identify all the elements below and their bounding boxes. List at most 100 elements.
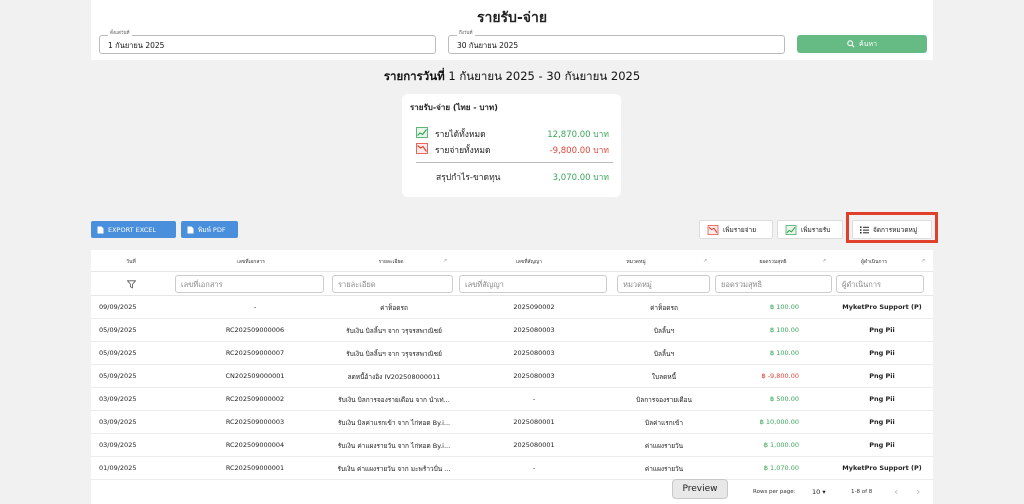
cell-document: RC202509000003 bbox=[225, 418, 285, 426]
filter-category-input[interactable]: หมวดหมู่ bbox=[617, 275, 710, 293]
chevron-left-icon[interactable]: ‹ bbox=[894, 485, 898, 498]
cell-operator: MyketPro Support (P) bbox=[842, 464, 922, 472]
table-row[interactable]: 05/09/2025 CN202509000001 ลดหนี้อ้างอิง IV… bbox=[91, 365, 933, 388]
end-date-value: 30 กันยายน 2025 bbox=[457, 41, 519, 50]
profit-row: สรุปกำไร-ขาดทุน 3,070.00 บาท bbox=[416, 170, 609, 183]
start-date-field[interactable]: ตั้งแต่วันที่ 1 กันยายน 2025 bbox=[99, 30, 436, 54]
cell-operator: Png Pii bbox=[869, 326, 895, 334]
cell-amount: ฿ 100.00 bbox=[770, 303, 799, 311]
cell-amount: ฿ 100.00 bbox=[770, 349, 799, 357]
income-row: รายได้ทั้งหมด 12,870.00 บาท bbox=[416, 127, 609, 140]
export-excel-button[interactable]: EXPORT EXCEL bbox=[91, 221, 176, 238]
cell-category: ค่าแผงรายวัน bbox=[644, 442, 684, 450]
table-row[interactable]: 01/09/2025 RC202509000001 รับเงิน ค่าแผงรา… bbox=[91, 457, 933, 480]
start-date-label: ตั้งแต่วันที่ bbox=[108, 30, 132, 37]
cell-date: 05/09/2025 bbox=[99, 372, 137, 380]
search-button-label: ค้นหา bbox=[858, 39, 877, 48]
cell-date: 03/09/2025 bbox=[99, 395, 137, 403]
cell-date: 09/09/2025 bbox=[99, 303, 137, 311]
cell-category: ค่าแผงรายวัน bbox=[644, 465, 684, 473]
column-header-document[interactable]: เลขที่เอกสาร bbox=[191, 258, 311, 266]
column-header-detail[interactable]: รายละเอียด bbox=[331, 258, 451, 266]
add-expense-button[interactable]: เพิ่มรายจ่าย bbox=[699, 220, 773, 239]
table-row[interactable]: 09/09/2025 - ค่าท็อดรถ 2025090002 ค่าท็อดรถ ฿… bbox=[91, 296, 933, 319]
start-date-value: 1 กันยายน 2025 bbox=[108, 41, 165, 50]
filter-icon[interactable] bbox=[127, 280, 136, 289]
cell-operator: Png Pii bbox=[869, 349, 895, 357]
column-header-amount[interactable]: ยอดรวมสุทธิ bbox=[713, 258, 833, 266]
cell-detail: ลดหนี้อ้างอิง IV202508000011 bbox=[347, 373, 441, 381]
page-range-label: 1-8 of 8 bbox=[851, 489, 873, 495]
cell-contract: 2025080001 bbox=[513, 418, 555, 426]
column-header-contract[interactable]: เลขที่สัญญา bbox=[469, 258, 589, 266]
table-row[interactable]: 03/09/2025 RC202509000004 รับเงิน ค่าแผงรา… bbox=[91, 434, 933, 457]
end-date-field[interactable]: ถึงวันที่ 30 กันยายน 2025 bbox=[448, 30, 785, 54]
income-label: รายได้ทั้งหมด bbox=[435, 130, 486, 140]
sort-icon[interactable]: ↗ bbox=[703, 258, 707, 264]
add-income-button[interactable]: เพิ่มรายรับ bbox=[777, 220, 843, 239]
pagination: Rows per page: 10 ▾ 1-8 of 8 ‹ › bbox=[91, 478, 933, 504]
column-header-date[interactable]: วันที่ bbox=[111, 258, 151, 266]
preview-tag[interactable]: Preview bbox=[672, 479, 728, 499]
filter-contract-input[interactable]: เลขที่สัญญา bbox=[459, 275, 607, 293]
rows-per-page-select[interactable]: 10 ▾ bbox=[812, 488, 826, 496]
filter-amount-input[interactable]: ยอดรวมสุทธิ bbox=[715, 275, 832, 293]
cell-operator: Png Pii bbox=[869, 395, 895, 403]
cell-document: RC202509000002 bbox=[225, 395, 285, 403]
add-income-label: เพิ่มรายรับ bbox=[801, 225, 831, 234]
expense-row: รายจ่ายทั้งหมด -9,800.00 บาท bbox=[416, 143, 609, 156]
cell-detail: รับเงิน ค่าแผงรายวัน จาก มะพร้าวปั่น ... bbox=[337, 465, 451, 473]
profit-value: 3,070.00 บาท bbox=[552, 173, 609, 183]
filter-card: รายรับ-จ่าย ตั้งแต่วันที่ 1 กันยายน 2025… bbox=[91, 0, 933, 60]
cell-amount: ฿ -9,800.00 bbox=[761, 372, 800, 380]
cell-category: บิลค่าแรกเข้า bbox=[644, 419, 684, 427]
cell-category: บิลการจองรายเดือน bbox=[636, 396, 692, 404]
column-header-operator[interactable]: ผู้ดำเนินการ bbox=[824, 258, 924, 266]
file-icon bbox=[187, 226, 194, 233]
cell-category: ค่าท็อดรถ bbox=[650, 304, 678, 312]
cell-category: บิลลิ้นฯ bbox=[653, 327, 675, 335]
income-chart-icon bbox=[416, 127, 428, 138]
cell-document: RC202509000007 bbox=[225, 349, 285, 357]
cell-detail: รับเงิน ค่าแผงรายวัน จาก ไก่ทอด By.i... bbox=[337, 442, 451, 450]
cell-document: - bbox=[253, 303, 257, 311]
sort-icon[interactable]: ↗ bbox=[921, 258, 925, 264]
cell-date: 05/09/2025 bbox=[99, 349, 137, 357]
sort-icon[interactable]: ↗ bbox=[443, 258, 447, 264]
cell-contract: 2025080003 bbox=[513, 372, 555, 380]
chevron-right-icon[interactable]: › bbox=[916, 485, 920, 498]
filter-detail-input[interactable]: รายละเอียด bbox=[332, 275, 453, 293]
income-value: 12,870.00 บาท bbox=[547, 130, 609, 140]
transactions-table: วันที่ เลขที่เอกสาร รายละเอียด ↗ เลขที่ส… bbox=[91, 250, 933, 504]
expense-value: -9,800.00 บาท bbox=[549, 146, 609, 156]
cell-date: 03/09/2025 bbox=[99, 418, 137, 426]
file-icon bbox=[97, 226, 104, 233]
expense-chart-icon bbox=[416, 143, 428, 154]
cell-document: CN202509000001 bbox=[225, 372, 285, 380]
rows-per-page-value: 10 bbox=[812, 488, 821, 496]
end-date-label: ถึงวันที่ bbox=[457, 30, 475, 37]
date-range-prefix: รายการวันที่ bbox=[383, 69, 445, 83]
cell-amount: ฿ 1,000.00 bbox=[763, 441, 799, 449]
table-row[interactable]: 05/09/2025 RC202509000006 รับเงิน บิลลิ้นฯ… bbox=[91, 319, 933, 342]
cell-detail: รับเงิน บิลลิ้นฯ จาก วรุจรสพาณิชย์ bbox=[346, 350, 442, 358]
column-header-category[interactable]: หมวดหมู่ bbox=[576, 258, 696, 266]
expense-chart-icon bbox=[707, 224, 719, 235]
table-row[interactable]: 03/09/2025 RC202509000002 รับเงิน บิลการจอ… bbox=[91, 388, 933, 411]
table-row[interactable]: 03/09/2025 RC202509000003 รับเงิน บิลค่าแร… bbox=[91, 411, 933, 434]
filter-row: เลขที่เอกสาร รายละเอียด เลขที่สัญญา หมวด… bbox=[91, 272, 933, 296]
table-row[interactable]: 05/09/2025 RC202509000007 รับเงิน บิลลิ้นฯ… bbox=[91, 342, 933, 365]
cell-date: 01/09/2025 bbox=[99, 464, 137, 472]
search-button[interactable]: ค้นหา bbox=[797, 35, 927, 53]
cell-detail: รับเงิน บิลการจองรายเดือน จาก นำเท่... bbox=[338, 396, 450, 404]
highlight-box bbox=[846, 212, 938, 243]
print-pdf-button[interactable]: พิมพ์ PDF bbox=[181, 221, 238, 238]
cell-detail: รับเงิน บิลลิ้นฯ จาก วรุจรสพาณิชย์ bbox=[346, 327, 442, 335]
cell-amount: ฿ 500.00 bbox=[770, 395, 799, 403]
add-expense-label: เพิ่มรายจ่าย bbox=[723, 225, 757, 234]
cell-document: RC202509000004 bbox=[225, 441, 285, 449]
filter-operator-input[interactable]: ผู้ดำเนินการ bbox=[836, 275, 924, 293]
cell-amount: ฿ 1,070.00 bbox=[763, 464, 799, 472]
export-excel-label: EXPORT EXCEL bbox=[108, 225, 157, 234]
filter-document-input[interactable]: เลขที่เอกสาร bbox=[175, 275, 324, 293]
